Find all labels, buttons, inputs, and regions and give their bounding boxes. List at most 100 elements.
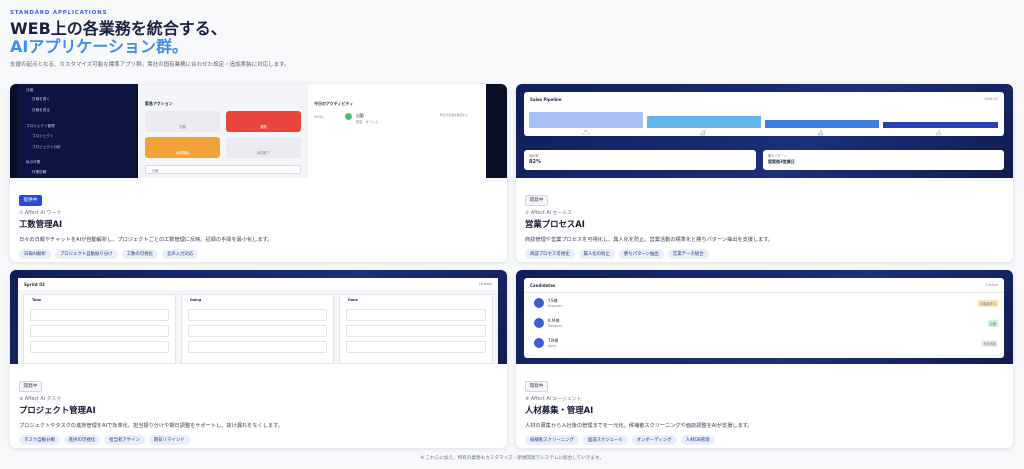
title-line-2: AIアプリケーション群。 xyxy=(10,37,189,56)
status-badge: 開発中 xyxy=(525,194,548,206)
feature-tag: 営業データ統合 xyxy=(667,248,709,259)
mock-btn-leave: 退勤 xyxy=(226,111,301,132)
mock-sidebar-item: 日報 xyxy=(26,88,34,92)
check-icon xyxy=(345,113,352,120)
card-body: 開発中 ② Affect AI セールス 営業プロセスAI 商談管理や営業プロセ… xyxy=(516,178,1013,262)
status-badge: 提供中 xyxy=(19,194,42,206)
card-subtitle: ② Affect AI セールス xyxy=(525,210,572,216)
card-description: プロジェクトやタスクの進捗管理をAIで効率化。担当振り分けや期日調整をサポートし… xyxy=(19,422,283,429)
card-subtitle: ④ Affect AI エージェント xyxy=(525,396,582,402)
feature-tag: 工数の可視化 xyxy=(121,248,158,259)
mock-select: 日報 xyxy=(145,165,301,174)
mock-sidebar-item: 私の作業 xyxy=(26,160,41,164)
mock-btn-break: 休憩開始 xyxy=(145,137,220,158)
mock-board-count: 16 tasks xyxy=(478,282,492,286)
status-badge: 面接調整 xyxy=(981,340,998,347)
mock-activity-title: 今日のアクティビティ xyxy=(314,101,354,106)
mock-board-title: Sprint 02 xyxy=(24,282,45,287)
card-title: 人材募集・管理AI xyxy=(525,404,594,415)
mock-stat-label: 勝ちパターン xyxy=(768,154,787,158)
app-card-recruit[interactable]: Candidates 3 active Y.S様 Engineer 書類選考中 … xyxy=(516,270,1013,448)
candidate-role: Sales xyxy=(548,344,557,348)
feature-tag: オンボーディング xyxy=(631,434,677,445)
card-title: 営業プロセスAI xyxy=(525,218,585,229)
app-screenshot-recruit: Candidates 3 active Y.S様 Engineer 書類選考中 … xyxy=(516,270,1013,364)
mock-candidates-title: Candidates xyxy=(530,283,556,288)
mock-btn-break-end: 休憩終了 xyxy=(226,137,301,158)
app-card-sales[interactable]: Sales Pipeline 2026 Q2 24 12 8 4 リード 商談 … xyxy=(516,84,1013,262)
mock-stat-1: 成約率 82% xyxy=(524,150,756,170)
mock-activity-note: 昨日の日報を確認する xyxy=(440,113,468,117)
mock-stage-label: 提案 xyxy=(818,133,824,136)
lead-text: 支援の起点となる、カスタマイズ可能な標準アプリ群。貴社の固有業務に合わせた設定・… xyxy=(10,62,290,68)
feature-tag: 面談スケジュール xyxy=(582,434,628,445)
mock-stage-label: 商談 xyxy=(700,133,706,136)
mock-stat-label: 成約率 xyxy=(529,154,539,158)
mock-sidebar-item: 日報を見る xyxy=(32,108,50,112)
mock-sidebar-item: プロジェクト xyxy=(32,134,54,138)
mock-candidates: Candidates 3 active Y.S様 Engineer 書類選考中 … xyxy=(524,278,1004,358)
section-eyebrow: STANDARD APPLICATIONS xyxy=(10,10,108,16)
mock-pipeline: Sales Pipeline 2026 Q2 24 12 8 4 リード 商談 … xyxy=(524,92,1004,136)
app-card-task[interactable]: Sprint 02 16 tasks Todo Doing Done 開発中 ③… xyxy=(10,270,507,448)
mock-sidebar-item: 日報を書く xyxy=(32,97,50,101)
feature-tag: 勝ちパターン抽出 xyxy=(618,248,664,259)
status-badge: 開発中 xyxy=(525,380,548,392)
mock-sidebar-item: 作業依頼 xyxy=(32,170,47,174)
mock-activity-time: 09:00 xyxy=(314,115,324,119)
tag-list: 候補者スクリーニング 面談スケジュール オンボーディング 人材DB管理 xyxy=(525,434,1004,445)
feature-tag: 音声入力対応 xyxy=(161,248,199,259)
mock-pipeline-title: Sales Pipeline xyxy=(530,97,562,102)
status-badge: 合格 xyxy=(987,320,998,327)
tag-list: タスク自動分類 進捗の可視化 担当者アサイン 期日リマインド xyxy=(19,434,498,445)
avatar xyxy=(534,318,544,328)
footer-note: ※ これらに加え、特有の業務もカスタマイズ・新規開発でシステムに統合していきます… xyxy=(420,456,604,461)
candidate-role: Engineer xyxy=(548,304,563,308)
mock-quick-title: 緊急アクション xyxy=(145,101,173,106)
status-badge: 開発中 xyxy=(19,380,42,392)
mock-board: Sprint 02 16 tasks Todo Doing Done xyxy=(18,278,498,364)
feature-tag: プロジェクト自動振り分け xyxy=(54,248,118,259)
title-line-1: WEB上の各業務を統合する、 xyxy=(10,19,227,38)
status-badge: 書類選考中 xyxy=(978,300,998,307)
card-body: 提供中 ① Affect AI ワーク 工数管理AI 日々の日報やチャットをAI… xyxy=(10,178,507,262)
mock-btn-report: 日報 xyxy=(145,111,220,132)
card-description: 人材の募集から入社後の管理までを一元化。候補者スクリーニングや面談調整をAIが支… xyxy=(525,422,753,429)
mock-col-title: Done xyxy=(348,298,358,302)
tag-list: 日報AI解析 プロジェクト自動振り分け 工数の可視化 音声入力対応 xyxy=(19,248,498,259)
card-subtitle: ③ Affect AI タスク xyxy=(19,396,62,402)
mock-stat-value: 提案後3営業日 xyxy=(768,159,795,164)
card-body: 開発中 ③ Affect AI タスク プロジェクト管理AI プロジェクトやタス… xyxy=(10,364,507,448)
avatar xyxy=(534,298,544,308)
candidate-role: Designer xyxy=(548,324,563,328)
mock-pipeline-date: 2026 Q2 xyxy=(984,97,998,101)
feature-tag: 商談プロセス可視化 xyxy=(525,248,575,259)
card-body: 開発中 ④ Affect AI エージェント 人材募集・管理AI 人材の募集から… xyxy=(516,364,1013,448)
mock-col-title: Todo xyxy=(32,298,41,302)
mock-col-title: Doing xyxy=(190,298,202,302)
app-screenshot-work: 日報 日報を書く 日報を見る プロジェクト管理 プロジェクト プロジェクト分析 … xyxy=(10,84,507,178)
card-title: 工数管理AI xyxy=(19,218,63,229)
mock-main: 緊急アクション 日報 退勤 休憩開始 休憩終了 日報 今日のアクティビティ 09… xyxy=(138,84,486,178)
page-title: WEB上の各業務を統合する、 AIアプリケーション群。 xyxy=(10,20,227,56)
mock-stage-label: 受注 xyxy=(936,133,942,136)
feature-tag: 担当者アサイン xyxy=(104,434,145,445)
mock-activity-sub: 勤怠・オフィス xyxy=(356,120,379,124)
feature-tag: タスク自動分類 xyxy=(19,434,60,445)
mock-stat-value: 82% xyxy=(529,159,541,165)
app-card-work[interactable]: 日報 日報を書く 日報を見る プロジェクト管理 プロジェクト プロジェクト分析 … xyxy=(10,84,507,262)
feature-tag: 進捗の可視化 xyxy=(63,434,101,445)
feature-tag: 日報AI解析 xyxy=(19,248,51,259)
mock-candidates-count: 3 active xyxy=(985,283,998,287)
card-subtitle: ① Affect AI ワーク xyxy=(19,210,62,216)
app-screenshot-task: Sprint 02 16 tasks Todo Doing Done xyxy=(10,270,507,364)
feature-tag: 期日リマインド xyxy=(148,434,190,445)
app-screenshot-sales: Sales Pipeline 2026 Q2 24 12 8 4 リード 商談 … xyxy=(516,84,1013,178)
mock-sidebar: 日報 日報を書く 日報を見る プロジェクト管理 プロジェクト プロジェクト分析 … xyxy=(18,84,136,178)
mock-stat-2: 勝ちパターン 提案後3営業日 xyxy=(763,150,1004,170)
mock-stage-label: リード xyxy=(582,133,590,136)
tag-list: 商談プロセス可視化 属人化の防止 勝ちパターン抽出 営業データ統合 xyxy=(525,248,1004,259)
avatar xyxy=(534,338,544,348)
mock-sidebar-item: プロジェクト分析 xyxy=(32,145,61,149)
card-description: 日々の日報やチャットをAIが自動解析し、プロジェクトごとの工数管理に反映。記録の… xyxy=(19,236,273,243)
